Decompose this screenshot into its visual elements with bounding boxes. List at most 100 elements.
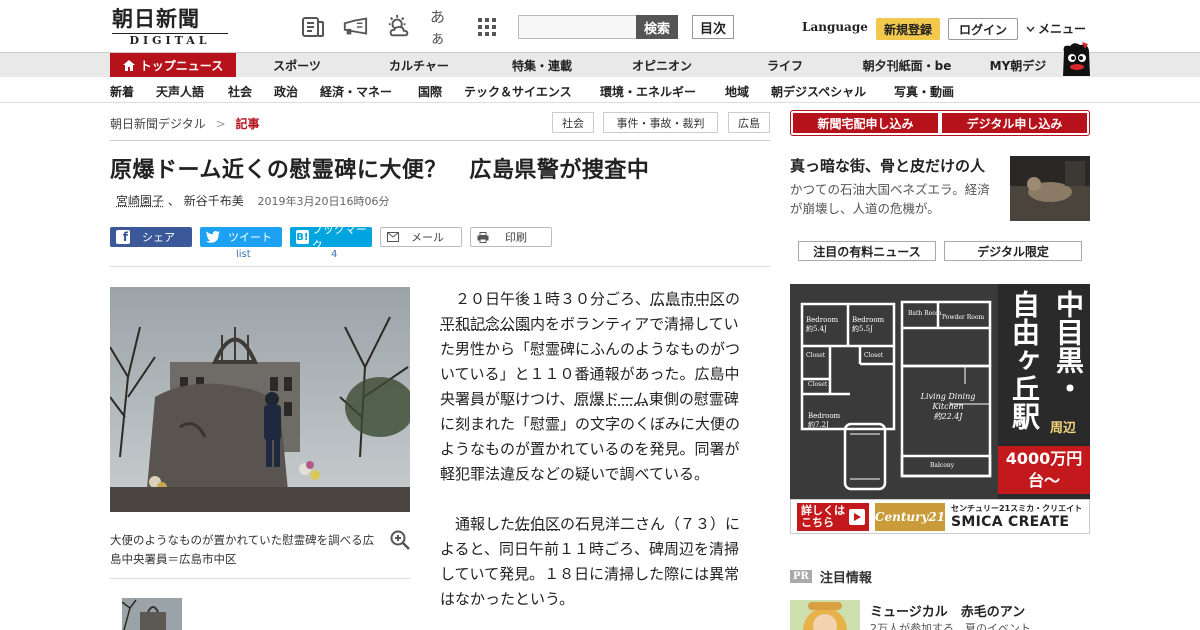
tab-paid-news[interactable]: 注目の有料ニュース <box>798 241 936 261</box>
room-label: Closet <box>808 381 828 388</box>
author-link[interactable]: 宮崎園子 <box>116 194 164 208</box>
century21-logo: Century21 <box>875 503 945 531</box>
room-label: Bedroom 約5.4J <box>806 316 839 333</box>
zoom-icon[interactable] <box>390 530 410 550</box>
real-estate-ad[interactable]: Bedroom 約5.4J Bedroom 約5.5J Closet Closet … <box>790 284 1090 534</box>
language-link[interactable]: Language <box>802 20 868 34</box>
keyword-link[interactable]: 平和記念公園 <box>440 315 530 333</box>
room-label: Bath Room <box>908 310 942 317</box>
nav2-item[interactable]: 写真・動画 <box>894 83 954 100</box>
nav2-item[interactable]: 朝デジスペシャル <box>771 83 866 100</box>
newspaper-icon[interactable] <box>300 14 326 40</box>
nav2-item[interactable]: 社会 <box>228 83 252 100</box>
breadcrumb-home[interactable]: 朝日新聞デジタル <box>110 117 206 131</box>
twitter-share-button[interactable]: ツイート <box>200 227 282 247</box>
twitter-count[interactable]: list <box>236 249 251 260</box>
print-button[interactable]: 印刷 <box>470 227 552 247</box>
ad-area1: 中目黒・ <box>1052 290 1085 402</box>
register-button[interactable]: 新規登録 <box>876 18 940 40</box>
keyword-link[interactable]: 広島市中区 <box>650 290 725 308</box>
room-label: Living Dining Kitchen 約22.4J <box>920 392 976 421</box>
primary-nav: トップニュース スポーツ カルチャー 特集・連載 オピニオン ライフ 朝夕刊紙面… <box>0 52 1200 78</box>
hatena-icon: B! <box>296 230 309 244</box>
nav2-item[interactable]: 環境・エネルギー <box>600 83 696 100</box>
nav2-item[interactable]: 地域 <box>725 83 749 100</box>
nav-top-news[interactable]: トップニュース <box>110 53 236 78</box>
search-button[interactable]: 検索 <box>636 15 678 39</box>
pr-header: PR 注目情報 <box>790 567 872 586</box>
play-icon <box>849 509 865 525</box>
pr-badge: PR <box>790 570 812 583</box>
article-title: 原爆ドーム近くの慰霊碑に大便？ 広島県警が捜査中 <box>110 158 650 183</box>
divider <box>110 140 770 141</box>
nav-item[interactable]: 朝夕刊紙面・be <box>852 53 962 78</box>
ad-detail-button[interactable]: 詳しくはこちら <box>797 503 869 531</box>
tag-link[interactable]: 広島 <box>728 112 770 133</box>
search-input[interactable] <box>518 15 636 39</box>
nav-item[interactable]: 特集・連載 <box>496 53 588 78</box>
keyword-link[interactable]: 佐伯区 <box>515 515 560 533</box>
nav2-item[interactable]: テック＆サイエンス <box>464 83 572 100</box>
nav-item[interactable]: ライフ <box>750 53 820 78</box>
toc-button[interactable]: 目次 <box>692 15 734 39</box>
nav2-item[interactable]: 国際 <box>418 83 442 100</box>
logo-main: 朝日新聞 <box>112 6 200 31</box>
facebook-share-button[interactable]: f シェア <box>110 227 192 247</box>
chevron-down-icon <box>1026 22 1035 36</box>
weather-icon[interactable] <box>386 14 412 40</box>
divider <box>110 578 410 579</box>
site-logo[interactable]: 朝日新聞 DIGITAL <box>112 6 228 47</box>
mail-share-label: メール <box>411 231 444 244</box>
nav-item[interactable]: オピニオン <box>618 53 706 78</box>
nav-top-news-label: トップニュース <box>139 59 224 73</box>
author-name: 新谷千布美 <box>183 194 244 208</box>
photo-thumbnail[interactable] <box>122 598 182 630</box>
feature-title[interactable]: 真っ暗な街、骨と皮だけの人 <box>790 155 985 176</box>
article-byline: 宮崎園子 、 新谷千布美 2019年3月20日16時06分 <box>116 192 390 209</box>
delivery-subscribe-button[interactable]: 新聞宅配申し込み <box>793 113 938 133</box>
text-run: ２０日午後１時３０分ごろ、 <box>455 290 651 308</box>
room-label: Bedroom 約5.5J <box>852 316 885 333</box>
pr-image[interactable] <box>790 600 860 630</box>
article-body: ２０日午後１時３０分ごろ、広島市中区の平和記念公園内をボランティアで清掃していた… <box>440 287 750 630</box>
digital-subscribe-button[interactable]: デジタル申し込み <box>942 113 1087 133</box>
nav-item[interactable]: スポーツ <box>256 53 338 78</box>
hatena-count[interactable]: 4 <box>331 249 337 260</box>
mail-share-button[interactable]: メール <box>380 227 462 247</box>
grid-icon[interactable] <box>474 14 500 40</box>
ad-area-panel: 中目黒・ 周辺 自由ヶ丘駅 4000万円台～ <box>998 284 1090 499</box>
nav2-item[interactable]: 新着 <box>110 83 134 100</box>
hatena-bookmark-label: ブックマーク <box>311 223 367 252</box>
ad-company: SMICA CREATE <box>951 514 1070 530</box>
hatena-bookmark-button[interactable]: B! ブックマーク <box>290 223 372 252</box>
article-photo[interactable] <box>110 287 410 512</box>
menu-button[interactable]: メニュー <box>1026 20 1086 37</box>
font-size-icon[interactable]: あぁ <box>430 8 456 47</box>
facebook-icon: f <box>116 230 130 244</box>
nav-item[interactable]: MY朝デジ <box>980 53 1056 78</box>
room-label: Powder Room <box>942 314 985 321</box>
secondary-nav: 新着 天声人語 社会 政治 経済・マネー 国際 テック＆サイエンス 環境・エネル… <box>0 77 1200 103</box>
pr-item-sub: 2万人が参加する、夏のイベント <box>870 622 1031 630</box>
nav2-item[interactable]: 経済・マネー <box>320 83 392 100</box>
ad-price: 4000万円台～ <box>998 446 1090 494</box>
ad-footer: 詳しくはこちら Century21 センチュリー21スミカ・クリエイト SMIC… <box>790 499 1090 534</box>
tag-link[interactable]: 事件・事故・裁判 <box>603 112 718 133</box>
nav2-item[interactable]: 天声人語 <box>156 83 204 100</box>
ad-area2: 自由ヶ丘駅 <box>1008 290 1041 430</box>
mascot-icon[interactable] <box>1060 42 1092 78</box>
nav-item[interactable]: カルチャー <box>372 53 466 78</box>
pr-item-title[interactable]: ミュージカル 赤毛のアン <box>870 601 1025 620</box>
tag-link[interactable]: 社会 <box>552 112 594 133</box>
nav2-item[interactable]: 政治 <box>274 83 298 100</box>
article-date: 2019年3月20日16時06分 <box>257 195 390 208</box>
feature-image[interactable] <box>1010 156 1090 221</box>
keyword-link[interactable]: 原爆ドーム <box>574 390 649 408</box>
megaphone-icon[interactable] <box>342 14 368 40</box>
ad-company-small: センチュリー21スミカ・クリエイト <box>951 504 1083 513</box>
login-button[interactable]: ログイン <box>948 18 1018 40</box>
ad-area1-sub: 周辺 <box>1050 421 1077 436</box>
twitter-share-label: ツイート <box>228 231 272 244</box>
tab-digital-only[interactable]: デジタル限定 <box>944 241 1082 261</box>
facebook-share-label: シェア <box>142 231 175 244</box>
